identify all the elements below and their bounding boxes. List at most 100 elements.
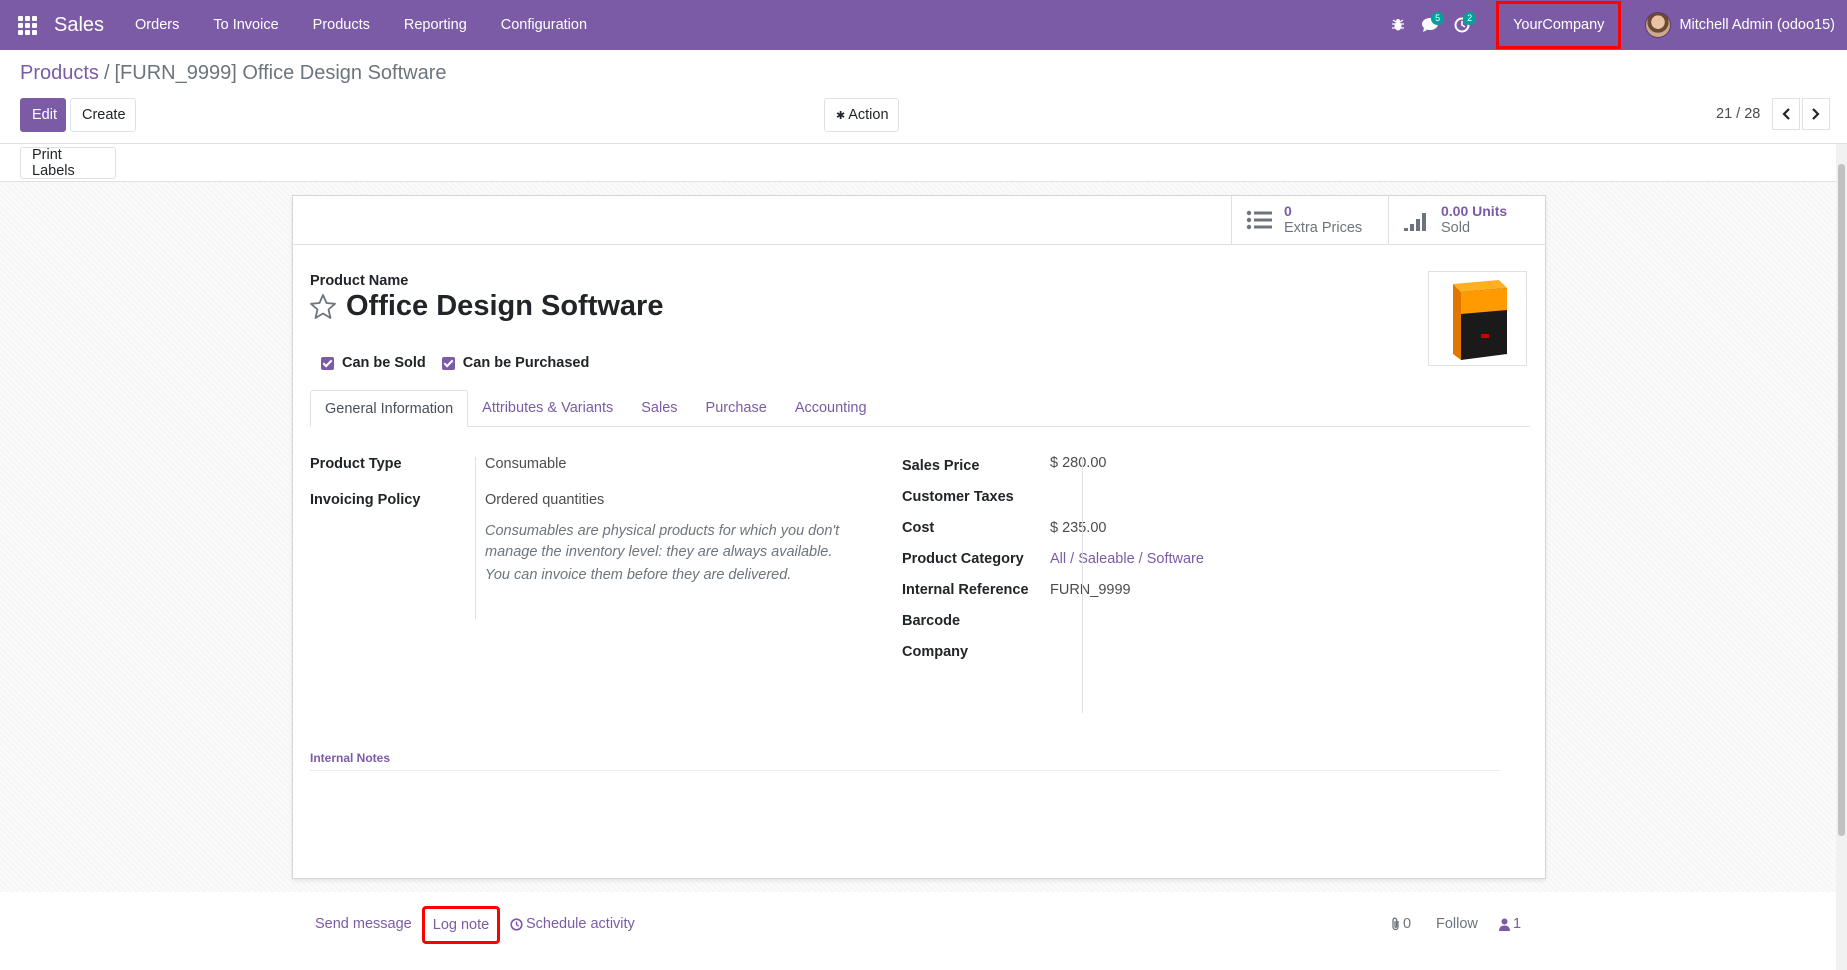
user-menu[interactable]: Mitchell Admin (odoo15) — [1645, 12, 1835, 38]
sales-price-label: Sales Price — [902, 458, 980, 474]
internal-reference-label: Internal Reference — [902, 582, 1029, 598]
company-switcher[interactable]: YourCompany — [1496, 1, 1622, 49]
create-button[interactable]: Create — [70, 98, 136, 132]
menu-to-invoice[interactable]: To Invoice — [196, 0, 295, 50]
field-row: Customer Taxes — [902, 487, 1462, 518]
field-row: Sales Price $ 280.00 — [902, 453, 1462, 487]
tab-general-information[interactable]: General Information — [310, 390, 469, 427]
sold-label: Sold — [1441, 220, 1471, 236]
barcode-label: Barcode — [902, 613, 961, 629]
menu-reporting[interactable]: Reporting — [387, 0, 484, 50]
help-text-1: Consumables are physical products for wh… — [485, 523, 840, 560]
cost-label: Cost — [902, 520, 935, 536]
product-type-value[interactable]: Consumable — [485, 454, 566, 474]
breadcrumb-current: [FURN_9999] Office Design Software — [114, 62, 447, 84]
form-statusbar — [0, 144, 1847, 182]
action-dropdown-button[interactable]: ✱ Action — [824, 98, 899, 132]
notebook-tabs: General Information Attributes & Variant… — [310, 390, 1530, 427]
extra-prices-value: 0 — [1284, 203, 1292, 219]
edit-button[interactable]: Edit — [20, 98, 66, 132]
breadcrumb-products-link[interactable]: Products — [20, 62, 99, 85]
extra-prices-button[interactable]: 0 Extra Prices — [1231, 196, 1388, 244]
list-icon — [1246, 210, 1272, 230]
followers-count: 1 — [1513, 916, 1522, 932]
invoicing-policy-value[interactable]: Ordered quantities — [485, 490, 604, 510]
schedule-activity-label: Schedule activity — [526, 916, 635, 932]
customer-taxes-label: Customer Taxes — [902, 489, 1014, 505]
tab-purchase[interactable]: Purchase — [692, 390, 781, 426]
paperclip-icon — [1392, 917, 1399, 931]
product-category-link[interactable]: All / Saleable / Software — [1050, 549, 1204, 569]
can-be-sold-label: Can be Sold — [342, 355, 426, 371]
can-be-sold-checkbox[interactable] — [321, 356, 334, 370]
field-row: Company — [902, 642, 1462, 673]
can-be-purchased-checkbox[interactable] — [441, 356, 455, 370]
product-type-help: Consumables are physical products for wh… — [485, 521, 865, 586]
breadcrumb: Products / [FURN_9999] Office Design Sof… — [20, 62, 447, 85]
attachments-button[interactable]: 0 — [1391, 916, 1411, 932]
main-menu: Orders To Invoice Products Reporting Con… — [118, 0, 604, 50]
control-panel: Products / [FURN_9999] Office Design Sof… — [0, 50, 1847, 144]
followers-button[interactable]: 1 — [1499, 916, 1521, 932]
tab-accounting[interactable]: Accounting — [781, 390, 881, 426]
product-image[interactable] — [1428, 271, 1527, 366]
company-label: Company — [902, 644, 969, 660]
activities-clock-icon[interactable]: 2 — [1446, 0, 1478, 50]
sold-value: 0.00 Units — [1441, 203, 1508, 219]
app-title[interactable]: Sales — [54, 14, 104, 37]
field-row: Product Category All / Saleable / Softwa… — [902, 549, 1462, 580]
follow-button[interactable]: Follow — [1436, 916, 1478, 932]
pager-next-button[interactable] — [1802, 98, 1830, 130]
invoicing-policy-label: Invoicing Policy — [310, 492, 421, 508]
title-row: Office Design Software — [308, 290, 663, 323]
apps-menu-icon[interactable] — [18, 16, 38, 35]
messages-badge: 5 — [1431, 12, 1445, 25]
cost-value[interactable]: $ 235.00 — [1050, 518, 1106, 538]
user-icon — [1499, 918, 1510, 931]
pager-value[interactable]: 21 / 28 — [1716, 106, 1760, 122]
left-group-divider — [475, 457, 476, 619]
field-row: Internal Reference FURN_9999 — [902, 580, 1462, 611]
product-title[interactable]: Office Design Software — [346, 290, 663, 323]
form-sheet: 0 Extra Prices 0.00 Units Sold Product N… — [291, 195, 1546, 879]
avatar — [1645, 12, 1672, 38]
messages-icon[interactable]: 5 — [1414, 0, 1446, 50]
signal-chart-icon — [1404, 213, 1426, 231]
log-note-button[interactable]: Log note — [422, 906, 500, 944]
internal-reference-value[interactable]: FURN_9999 — [1050, 580, 1131, 600]
scrollbar-thumb[interactable] — [1838, 164, 1845, 836]
sold-button[interactable]: 0.00 Units Sold — [1388, 196, 1545, 244]
product-options: Can be Sold Can be Purchased — [321, 355, 589, 371]
menu-configuration[interactable]: Configuration — [484, 0, 604, 50]
schedule-activity-button[interactable]: Schedule activity — [510, 916, 635, 932]
internal-notes-field[interactable] — [310, 770, 1500, 771]
field-row: Cost $ 235.00 — [902, 518, 1462, 549]
chevron-right-icon — [1812, 108, 1820, 120]
chevron-left-icon — [1782, 108, 1790, 120]
general-left-group: Product Type Consumable Invoicing Policy… — [310, 454, 870, 526]
sales-price-value[interactable]: $ 280.00 — [1050, 453, 1106, 473]
send-message-button[interactable]: Send message — [315, 916, 412, 932]
pager-previous-button[interactable] — [1772, 98, 1800, 130]
can-be-purchased-label: Can be Purchased — [462, 355, 590, 371]
menu-products[interactable]: Products — [296, 0, 387, 50]
gear-icon: ✱ — [836, 109, 846, 122]
general-right-group: Sales Price $ 280.00 Customer Taxes Cost… — [902, 453, 1462, 673]
extra-prices-label: Extra Prices — [1284, 220, 1363, 236]
software-box-icon — [1452, 279, 1507, 360]
product-type-label: Product Type — [310, 456, 402, 472]
debug-bug-icon[interactable] — [1382, 0, 1414, 50]
user-name: Mitchell Admin (odoo15) — [1679, 17, 1835, 33]
tab-attributes-variants[interactable]: Attributes & Variants — [468, 390, 627, 426]
product-name-label: Product Name — [310, 273, 409, 289]
tab-sales[interactable]: Sales — [627, 390, 691, 426]
navbar-systray: 5 2 YourCompany Mitchell Admin (odoo15) — [1382, 0, 1847, 50]
scrollbar[interactable] — [1836, 144, 1847, 970]
top-navbar: Sales Orders To Invoice Products Reporti… — [0, 0, 1847, 50]
menu-orders[interactable]: Orders — [118, 0, 196, 50]
favorite-star-icon[interactable] — [308, 292, 338, 322]
print-labels-button[interactable]: Print Labels — [20, 147, 116, 179]
product-category-label: Product Category — [902, 551, 1024, 567]
internal-notes-label: Internal Notes — [310, 751, 391, 765]
attachments-count: 0 — [1403, 916, 1412, 932]
